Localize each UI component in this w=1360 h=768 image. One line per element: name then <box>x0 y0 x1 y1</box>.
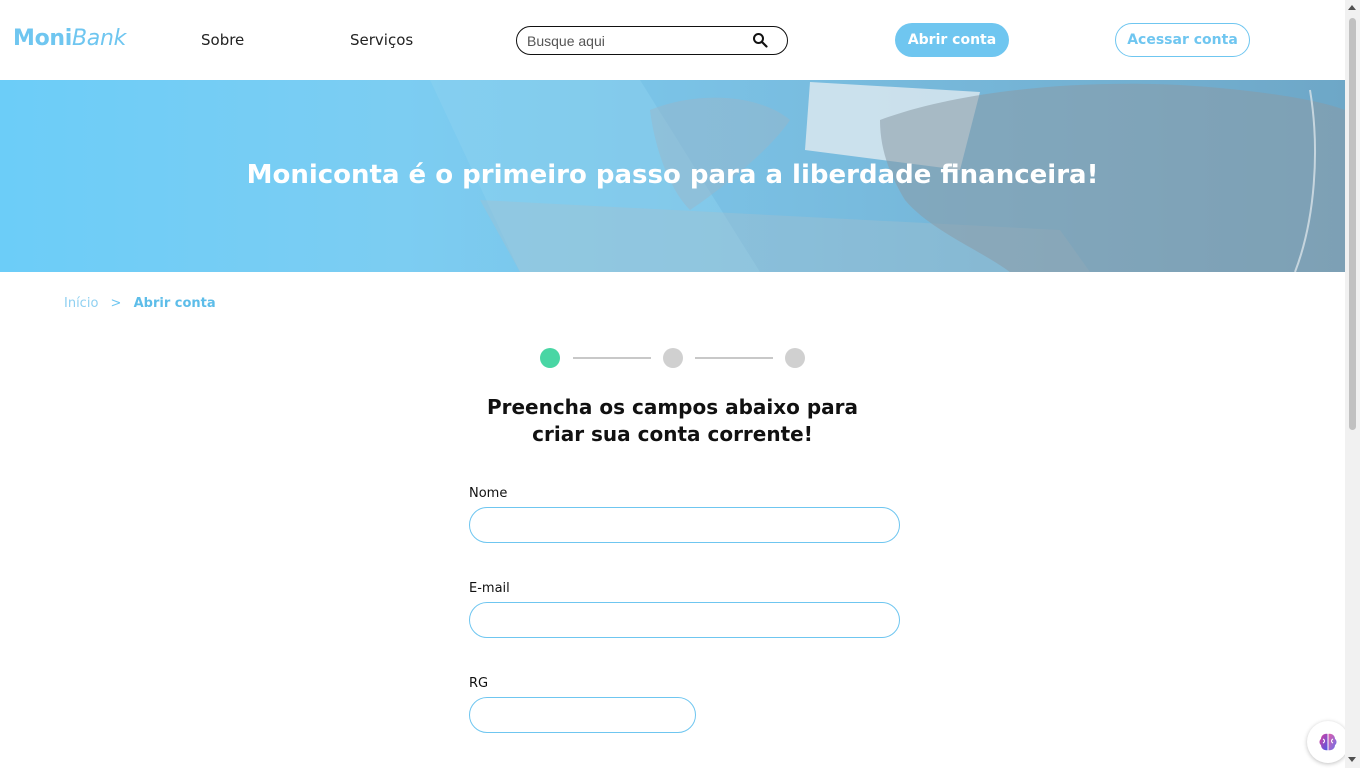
search-box <box>516 26 788 55</box>
scroll-up-arrow[interactable] <box>1348 5 1356 10</box>
nav-link-sobre[interactable]: Sobre <box>201 31 244 49</box>
step-connector <box>695 357 773 359</box>
email-label: E-mail <box>469 581 510 596</box>
logo-text-bank: Bank <box>72 26 127 51</box>
hero-banner: Moniconta é o primeiro passo para a libe… <box>0 80 1345 272</box>
logo-text-moni: Moni <box>13 26 73 51</box>
form-title-line-1: Preencha os campos abaixo para <box>486 395 859 419</box>
step-3-indicator <box>785 348 805 368</box>
form-title: Preencha os campos abaixo para criar sua… <box>440 394 905 448</box>
page-scrollbar[interactable] <box>1345 0 1360 768</box>
scroll-down-arrow[interactable] <box>1348 757 1356 762</box>
logo[interactable]: MoniBank <box>13 26 126 51</box>
nav-link-servicos[interactable]: Serviços <box>350 31 413 49</box>
brain-icon <box>1319 733 1337 751</box>
rg-label: RG <box>469 676 489 691</box>
breadcrumb-separator: > <box>110 296 122 311</box>
banner-title: Moniconta é o primeiro passo para a libe… <box>246 160 1099 190</box>
search-input[interactable] <box>527 31 747 50</box>
breadcrumb: Início > Abrir conta <box>64 296 216 311</box>
rg-field[interactable] <box>469 697 696 733</box>
step-2-indicator <box>663 348 683 368</box>
breadcrumb-current: Abrir conta <box>133 296 216 311</box>
step-1-indicator <box>540 348 560 368</box>
access-account-button[interactable]: Acessar conta <box>1115 23 1250 57</box>
search-icon[interactable] <box>752 32 768 48</box>
email-field[interactable] <box>469 602 900 638</box>
nome-field[interactable] <box>469 507 900 543</box>
breadcrumb-home-link[interactable]: Início <box>64 296 98 311</box>
open-account-button[interactable]: Abrir conta <box>895 23 1009 57</box>
form-title-line-2: criar sua conta corrente! <box>532 422 813 446</box>
site-header: MoniBank Sobre Serviços Abrir conta Aces… <box>0 0 1345 80</box>
nome-label: Nome <box>469 486 508 501</box>
step-connector <box>573 357 651 359</box>
assistant-button[interactable] <box>1307 721 1349 763</box>
scroll-thumb[interactable] <box>1349 18 1356 430</box>
